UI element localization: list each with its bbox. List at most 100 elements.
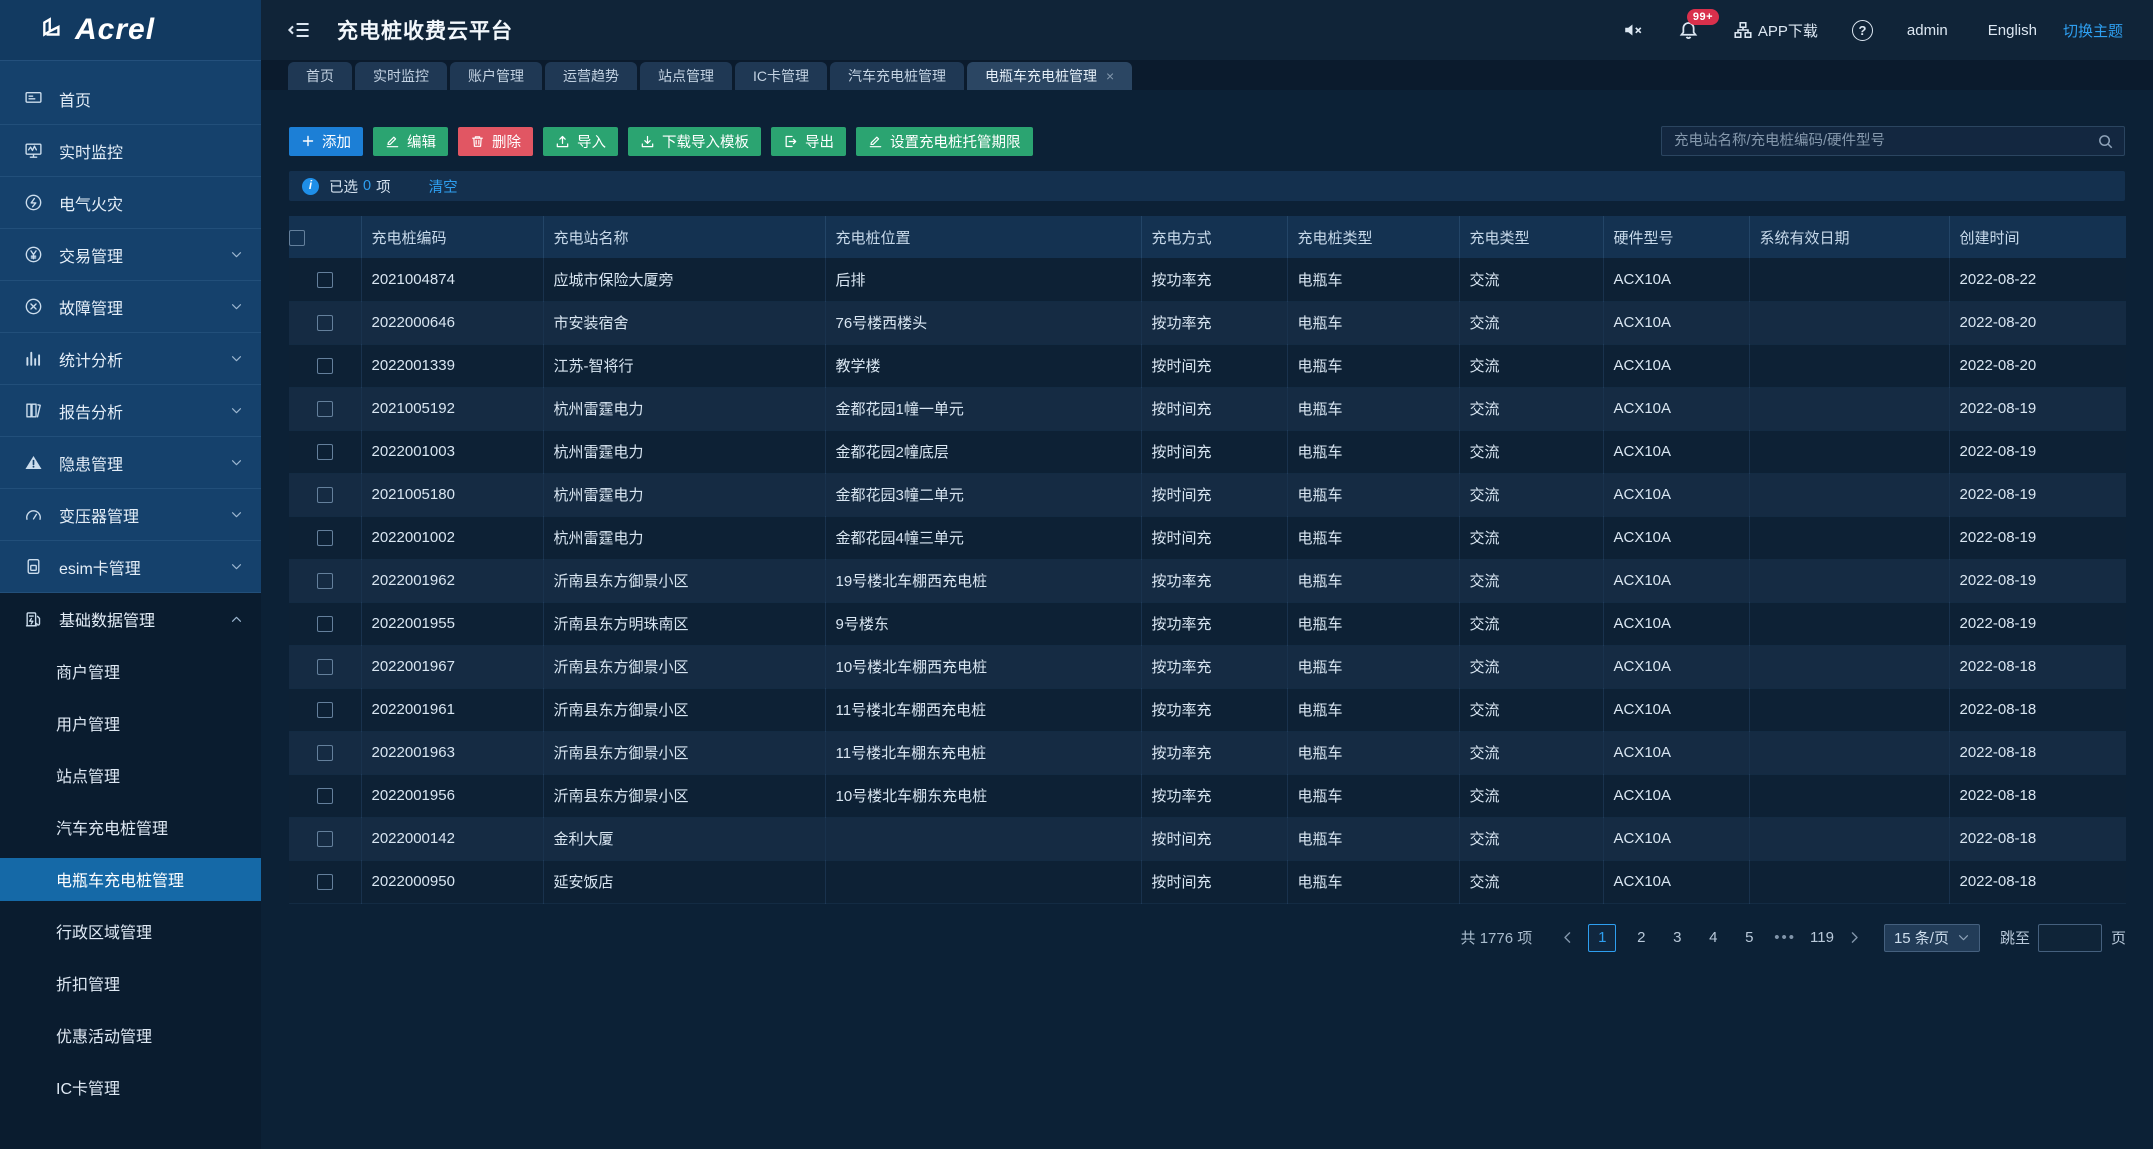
row-checkbox[interactable] (317, 831, 333, 847)
jump-page-input[interactable] (2038, 924, 2102, 952)
page-number-2[interactable]: 2 (1630, 929, 1652, 946)
row-checkbox[interactable] (317, 788, 333, 804)
sidebar-subitem-优惠活动管理[interactable]: 优惠活动管理 (0, 1009, 261, 1061)
tab-IC卡管理[interactable]: IC卡管理 (735, 62, 827, 90)
page-number-5[interactable]: 5 (1738, 929, 1760, 946)
tab-首页[interactable]: 首页 (288, 62, 352, 90)
编辑-button[interactable]: 编辑 (373, 127, 448, 156)
sidebar-subitem-用户管理[interactable]: 用户管理 (0, 697, 261, 749)
设置充电桩托管期限-button[interactable]: 设置充电桩托管期限 (856, 127, 1033, 156)
tab-电瓶车充电桩管理[interactable]: 电瓶车充电桩管理× (967, 62, 1132, 90)
table-row: 2022001956沂南县东方御景小区10号楼北车棚东充电桩按功率充电瓶车交流A… (289, 774, 2126, 817)
row-checkbox[interactable] (317, 401, 333, 417)
tab-close-icon[interactable]: × (1106, 68, 1114, 84)
table-cell: 2022-08-18 (1949, 774, 2126, 817)
row-checkbox[interactable] (317, 702, 333, 718)
tab-运营趋势[interactable]: 运营趋势 (545, 62, 637, 90)
sidebar-subitem-商户管理[interactable]: 商户管理 (0, 645, 261, 697)
table-cell: 电瓶车 (1287, 817, 1459, 860)
topbar: 充电桩收费云平台 99+ (261, 0, 2153, 60)
next-page-button[interactable] (1841, 930, 1868, 945)
sidebar-item-隐患管理[interactable]: 隐患管理 (0, 437, 261, 489)
tab-站点管理[interactable]: 站点管理 (640, 62, 732, 90)
fault-circle-icon (24, 297, 44, 317)
table-cell: 金利大厦 (543, 817, 825, 860)
row-checkbox[interactable] (317, 358, 333, 374)
theme-switch-link[interactable]: 切换主题 (2063, 20, 2123, 41)
row-checkbox[interactable] (317, 874, 333, 890)
page-number-3[interactable]: 3 (1666, 929, 1688, 946)
sidebar: Acrel 首页实时监控电气火灾交易管理故障管理统计分析报告分析隐患管理变压器管… (0, 0, 261, 1149)
导入-button[interactable]: 导入 (543, 127, 618, 156)
sidebar-item-报告分析[interactable]: 报告分析 (0, 385, 261, 437)
row-checkbox[interactable] (317, 659, 333, 675)
sidebar-item-电气火灾[interactable]: 电气火灾 (0, 177, 261, 229)
tab-汽车充电桩管理[interactable]: 汽车充电桩管理 (830, 62, 964, 90)
username[interactable]: admin (1907, 22, 1948, 39)
row-checkbox[interactable] (317, 616, 333, 632)
toolbar: 添加 编辑 删除导入 下载导入模板 导出设置充电桩托管期限 (289, 126, 2125, 156)
sidebar-subitem-行政区域管理[interactable]: 行政区域管理 (0, 905, 261, 957)
添加-button[interactable]: 添加 (289, 127, 363, 156)
search-icon[interactable] (2097, 133, 2114, 150)
toolbar-buttons: 添加 编辑 删除导入 下载导入模板 导出设置充电桩托管期限 (289, 127, 1043, 156)
tab-账户管理[interactable]: 账户管理 (450, 62, 542, 90)
table-cell: ACX10A (1603, 645, 1749, 688)
row-checkbox[interactable] (317, 315, 333, 331)
tab-label: IC卡管理 (753, 66, 809, 86)
导出-button[interactable]: 导出 (771, 127, 846, 156)
search-input[interactable] (1672, 132, 2089, 150)
more-pages-ellipsis[interactable]: ••• (1774, 929, 1796, 946)
notification-bell[interactable]: 99+ (1678, 20, 1699, 41)
button-label: 编辑 (407, 131, 436, 152)
page-size-select[interactable]: 15 条/页 (1884, 924, 1980, 952)
row-checkbox[interactable] (317, 272, 333, 288)
sidebar-item-交易管理[interactable]: 交易管理 (0, 229, 261, 281)
page-number-119[interactable]: 119 (1810, 929, 1834, 946)
table-cell: 金都花园1幢一单元 (825, 387, 1141, 430)
tab-label: 实时监控 (373, 66, 429, 86)
sidebar-subitem-IC卡管理[interactable]: IC卡管理 (0, 1061, 261, 1113)
下载导入模板-button[interactable]: 下载导入模板 (628, 127, 761, 156)
table-cell: ACX10A (1603, 774, 1749, 817)
table-cell: 按功率充 (1141, 688, 1287, 731)
sidebar-item-基础数据管理[interactable]: 基础数据管理 (0, 593, 261, 645)
tab-实时监控[interactable]: 实时监控 (355, 62, 447, 90)
row-checkbox-cell (289, 645, 361, 688)
app-download-button[interactable]: APP下载 (1733, 20, 1818, 41)
row-checkbox[interactable] (317, 530, 333, 546)
clear-selection-link[interactable]: 清空 (429, 176, 458, 197)
sidebar-subitem-折扣管理[interactable]: 折扣管理 (0, 957, 261, 1009)
menu-fold-icon[interactable] (287, 19, 311, 41)
row-checkbox[interactable] (317, 573, 333, 589)
sidebar-item-label: 实时监控 (59, 139, 123, 163)
sidebar-subitem-汽车充电桩管理[interactable]: 汽车充电桩管理 (0, 801, 261, 853)
mute-speaker-icon[interactable] (1622, 20, 1644, 40)
sidebar-item-首页[interactable]: 首页 (0, 73, 261, 125)
row-checkbox[interactable] (317, 444, 333, 460)
sidebar-item-故障管理[interactable]: 故障管理 (0, 281, 261, 333)
row-checkbox[interactable] (317, 487, 333, 503)
删除-button[interactable]: 删除 (458, 127, 533, 156)
page-number-1[interactable]: 1 (1588, 924, 1616, 952)
table-cell: 2022-08-19 (1949, 559, 2126, 602)
prev-page-button[interactable] (1554, 930, 1581, 945)
table-cell: 10号楼北车棚西充电桩 (825, 645, 1141, 688)
charging-pile-icon (24, 609, 44, 629)
table-cell: 交流 (1459, 602, 1603, 645)
sidebar-subitem-站点管理[interactable]: 站点管理 (0, 749, 261, 801)
table-cell: 2022-08-19 (1949, 602, 2126, 645)
sidebar-item-统计分析[interactable]: 统计分析 (0, 333, 261, 385)
table-cell (1749, 645, 1949, 688)
brand-logo: Acrel (0, 0, 261, 60)
sidebar-item-变压器管理[interactable]: 变压器管理 (0, 489, 261, 541)
select-all-checkbox[interactable] (289, 230, 305, 246)
sidebar-subitem-电瓶车充电桩管理[interactable]: 电瓶车充电桩管理 (0, 858, 261, 901)
button-label: 下载导入模板 (662, 131, 749, 152)
help-button[interactable]: ? (1852, 20, 1873, 41)
sidebar-item-esim卡管理[interactable]: esim卡管理 (0, 541, 261, 593)
page-number-4[interactable]: 4 (1702, 929, 1724, 946)
row-checkbox[interactable] (317, 745, 333, 761)
sidebar-item-实时监控[interactable]: 实时监控 (0, 125, 261, 177)
language-switch[interactable]: English (1988, 22, 2037, 39)
